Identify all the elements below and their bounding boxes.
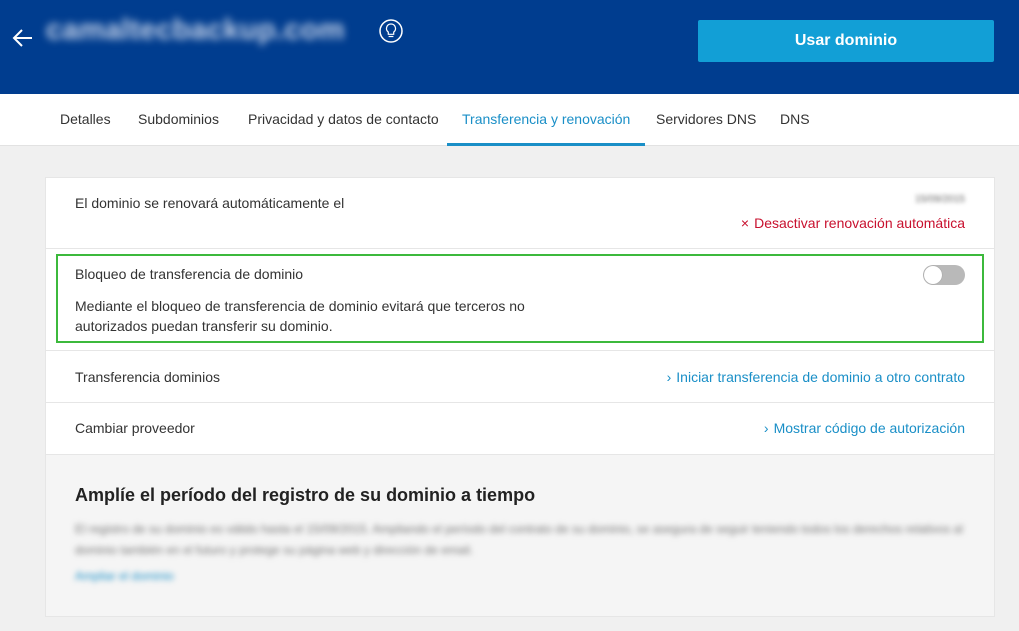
transfer-lock-toggle[interactable]	[923, 265, 965, 285]
tab-servidores-dns[interactable]: Servidores DNS	[656, 94, 756, 146]
domain-title: camaltecbackup.com	[46, 14, 345, 46]
extend-domain-link[interactable]: Ampliar el dominio	[75, 569, 174, 583]
header: camaltecbackup.com Usar dominio	[0, 0, 1019, 94]
deactivate-renewal-link[interactable]: × Desactivar renovación automática	[741, 215, 965, 231]
arrow-left-icon[interactable]	[10, 24, 36, 52]
deactivate-renewal-label: Desactivar renovación automática	[754, 215, 965, 231]
transfer-lock-row: Bloqueo de transferencia de dominio Medi…	[46, 249, 994, 351]
extend-section: Amplíe el período del registro de su dom…	[46, 455, 994, 616]
chevron-right-icon: ›	[763, 420, 769, 436]
provider-row: Cambiar proveedor › Mostrar código de aut…	[46, 403, 994, 455]
transfer-renewal-card: El dominio se renovará automáticamente e…	[45, 177, 995, 617]
transfer-row: Transferencia dominios › Iniciar transfer…	[46, 351, 994, 403]
renewal-row: El dominio se renovará automáticamente e…	[46, 178, 994, 249]
close-icon: ×	[740, 215, 750, 231]
renewal-date: 15/09/2015	[914, 194, 965, 205]
tab-subdominios[interactable]: Subdominios	[138, 94, 219, 146]
tab-privacidad[interactable]: Privacidad y datos de contacto	[248, 94, 439, 146]
toggle-knob	[924, 266, 942, 284]
use-domain-button[interactable]: Usar dominio	[698, 20, 994, 62]
tab-detalles[interactable]: Detalles	[60, 94, 111, 146]
lightbulb-icon[interactable]	[378, 18, 404, 44]
tab-transferencia[interactable]: Transferencia y renovación	[447, 94, 646, 146]
extend-title: Amplíe el período del registro de su dom…	[75, 485, 536, 505]
transfer-lock-label: Bloqueo de transferencia de dominio	[75, 266, 304, 282]
chevron-right-icon: ›	[666, 369, 672, 385]
start-transfer-link[interactable]: › Iniciar transferencia de dominio a otro…	[667, 369, 965, 385]
start-transfer-label: Iniciar transferencia de dominio a otro …	[676, 369, 965, 385]
provider-label: Cambiar proveedor	[75, 420, 195, 436]
renewal-label: El dominio se renovará automáticamente e…	[75, 195, 345, 211]
transfer-lock-description: Mediante el bloqueo de transferencia de …	[75, 298, 525, 334]
show-auth-code-link[interactable]: › Mostrar código de autorización	[764, 420, 965, 436]
tab-dns[interactable]: DNS	[780, 94, 810, 146]
extend-text: El registro de su dominio es válido hast…	[75, 522, 963, 557]
transfer-label: Transferencia dominios	[75, 369, 220, 385]
tab-bar: Detalles Subdominios Privacidad y datos …	[0, 94, 1019, 146]
show-auth-code-label: Mostrar código de autorización	[773, 420, 965, 436]
